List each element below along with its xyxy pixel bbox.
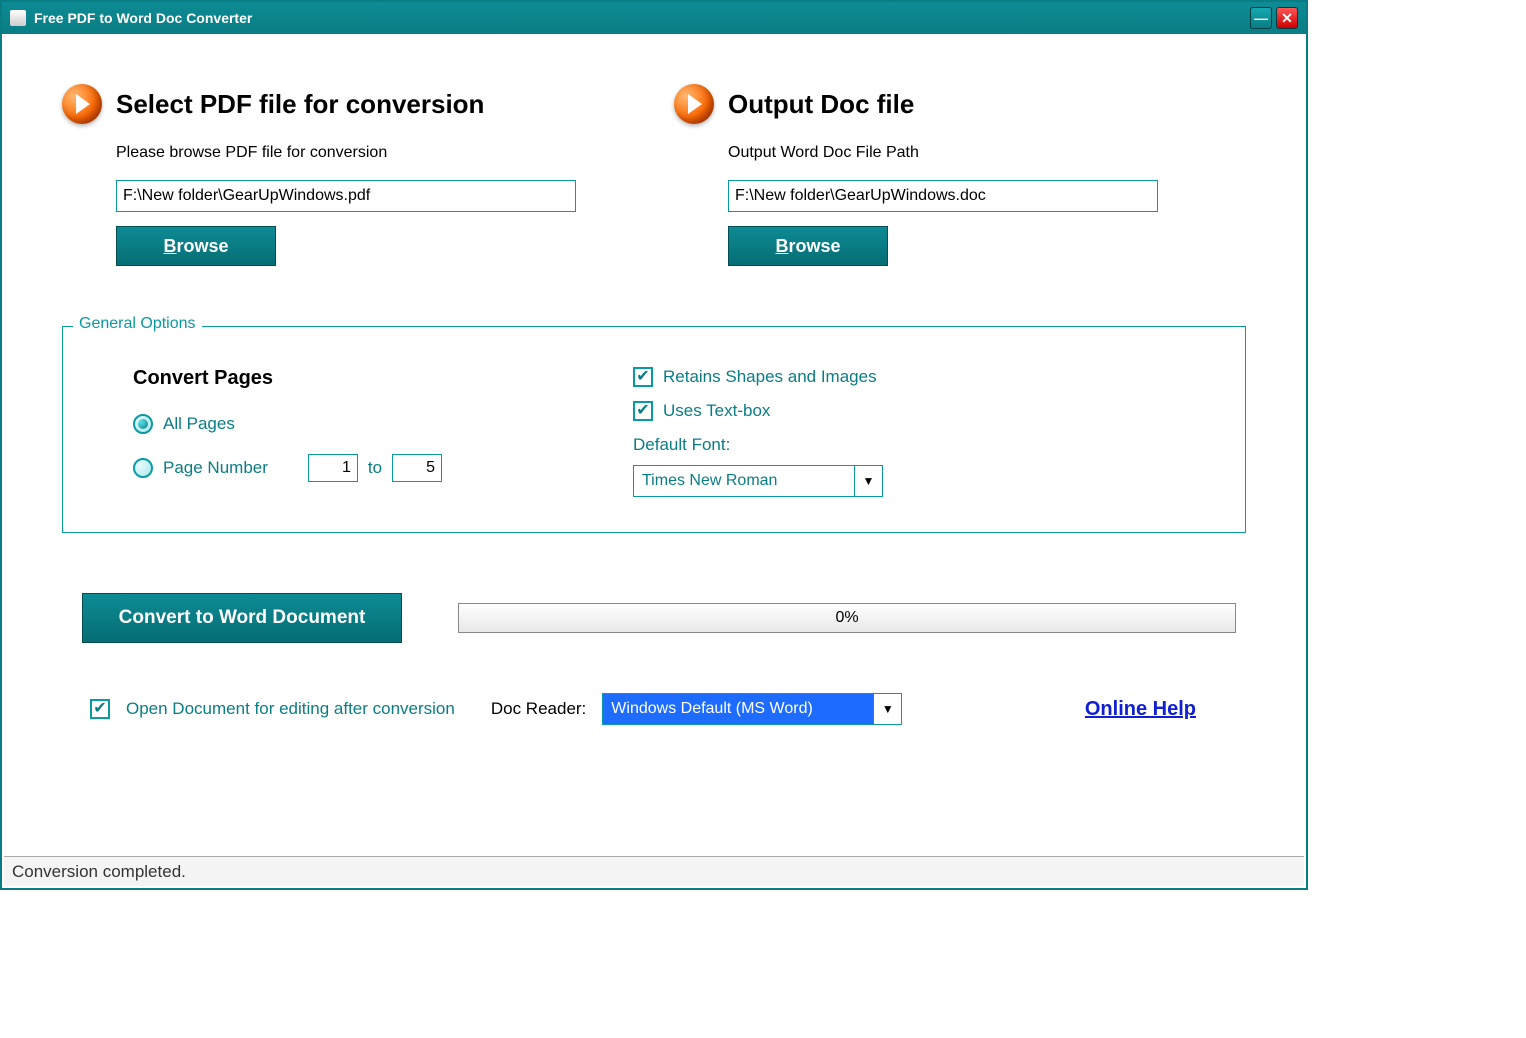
input-label: Please browse PDF file for conversion — [116, 144, 634, 162]
output-browse-button[interactable]: Browse — [728, 226, 888, 266]
minimize-button[interactable]: — — [1250, 7, 1272, 29]
input-section: Select PDF file for conversion Please br… — [62, 84, 634, 266]
page-number-radio[interactable] — [133, 458, 153, 478]
play-icon — [62, 84, 102, 124]
output-browse-rest: rowse — [788, 236, 840, 257]
output-label: Output Word Doc File Path — [728, 144, 1246, 162]
output-heading: Output Doc file — [728, 89, 914, 120]
default-font-combo[interactable]: Times New Roman — [633, 465, 883, 497]
uses-textbox-checkbox[interactable] — [633, 401, 653, 421]
input-browse-button[interactable]: Browse — [116, 226, 276, 266]
doc-reader-combo[interactable]: Windows Default (MS Word) — [602, 693, 902, 725]
titlebar: Free PDF to Word Doc Converter — ✕ — [2, 2, 1306, 34]
online-help-link[interactable]: Online Help — [1085, 698, 1196, 721]
doc-reader-value: Windows Default (MS Word) — [603, 694, 873, 724]
default-font-value: Times New Roman — [634, 466, 854, 496]
app-window: Free PDF to Word Doc Converter — ✕ Selec… — [0, 0, 1308, 890]
status-bar: Conversion completed. — [4, 856, 1304, 886]
app-title: Free PDF to Word Doc Converter — [34, 10, 252, 26]
input-browse-rest: rowse — [176, 236, 228, 257]
all-pages-label: All Pages — [163, 414, 235, 434]
uses-textbox-label: Uses Text-box — [663, 401, 770, 421]
general-options-legend: General Options — [73, 315, 202, 333]
page-to-label: to — [368, 458, 382, 478]
convert-pages-label: Convert Pages — [133, 367, 553, 390]
page-number-label: Page Number — [163, 458, 268, 478]
output-section: Output Doc file Output Word Doc File Pat… — [674, 84, 1246, 266]
status-text: Conversion completed. — [12, 862, 186, 882]
retains-shapes-checkbox[interactable] — [633, 367, 653, 387]
open-after-label: Open Document for editing after conversi… — [126, 699, 455, 719]
chevron-down-icon[interactable] — [854, 466, 882, 496]
app-icon — [10, 10, 26, 26]
play-icon — [674, 84, 714, 124]
doc-reader-label: Doc Reader: — [491, 699, 586, 719]
general-options-group: General Options Convert Pages All Pages … — [62, 326, 1246, 533]
progress-bar: 0% — [458, 603, 1236, 633]
output-path-field[interactable]: F:\New folder\GearUpWindows.doc — [728, 180, 1158, 212]
retains-shapes-label: Retains Shapes and Images — [663, 367, 877, 387]
input-path-field[interactable]: F:\New folder\GearUpWindows.pdf — [116, 180, 576, 212]
convert-button[interactable]: Convert to Word Document — [82, 593, 402, 643]
close-button[interactable]: ✕ — [1276, 7, 1298, 29]
chevron-down-icon[interactable] — [873, 694, 901, 724]
all-pages-radio[interactable] — [133, 414, 153, 434]
page-to-input[interactable]: 5 — [392, 454, 442, 482]
input-heading: Select PDF file for conversion — [116, 89, 484, 120]
open-after-checkbox[interactable] — [90, 699, 110, 719]
default-font-label: Default Font: — [633, 435, 1205, 455]
page-from-input[interactable]: 1 — [308, 454, 358, 482]
